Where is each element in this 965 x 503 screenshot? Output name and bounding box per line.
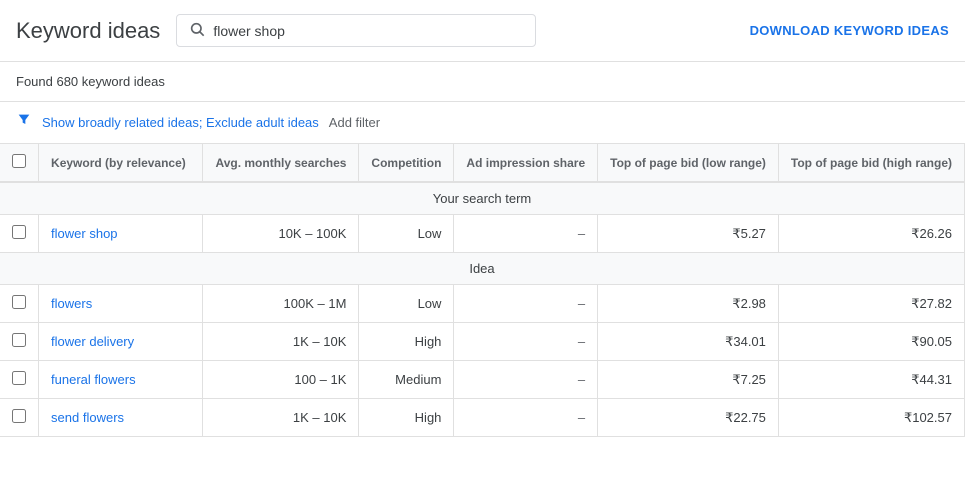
table-row: send flowers1K – 10KHigh–₹22.75₹102.57 bbox=[0, 399, 965, 437]
th-ad-impression: Ad impression share bbox=[454, 144, 598, 182]
table-row: flowers100K – 1MLow–₹2.98₹27.82 bbox=[0, 285, 965, 323]
avg-monthly-cell: 10K – 100K bbox=[203, 215, 359, 253]
filter-link[interactable]: Show broadly related ideas; Exclude adul… bbox=[42, 115, 319, 130]
competition-cell: Low bbox=[359, 215, 454, 253]
keyword-cell[interactable]: flower delivery bbox=[39, 323, 203, 361]
top-bid-high-cell: ₹44.31 bbox=[778, 361, 964, 399]
search-icon bbox=[189, 21, 205, 40]
search-box[interactable] bbox=[176, 14, 536, 47]
row-checkbox-cell[interactable] bbox=[0, 399, 39, 437]
search-input[interactable] bbox=[213, 23, 523, 39]
ad-impression-cell: – bbox=[454, 215, 598, 253]
top-bid-high-cell: ₹27.82 bbox=[778, 285, 964, 323]
row-checkbox[interactable] bbox=[12, 295, 26, 309]
top-bid-low-cell: ₹2.98 bbox=[598, 285, 779, 323]
subheader: Found 680 keyword ideas bbox=[0, 62, 965, 102]
top-bid-high-cell: ₹102.57 bbox=[778, 399, 964, 437]
table-row: flower delivery1K – 10KHigh–₹34.01₹90.05 bbox=[0, 323, 965, 361]
ad-impression-cell: – bbox=[454, 361, 598, 399]
section-row: Your search term bbox=[0, 182, 965, 215]
th-keyword: Keyword (by relevance) bbox=[39, 144, 203, 182]
row-checkbox-cell[interactable] bbox=[0, 285, 39, 323]
competition-cell: High bbox=[359, 323, 454, 361]
keyword-cell[interactable]: flower shop bbox=[39, 215, 203, 253]
row-checkbox[interactable] bbox=[12, 409, 26, 423]
th-top-bid-low: Top of page bid (low range) bbox=[598, 144, 779, 182]
competition-cell: Medium bbox=[359, 361, 454, 399]
ad-impression-cell: – bbox=[454, 323, 598, 361]
top-bid-low-cell: ₹5.27 bbox=[598, 215, 779, 253]
select-all-checkbox[interactable] bbox=[12, 154, 26, 168]
row-checkbox[interactable] bbox=[12, 333, 26, 347]
th-checkbox[interactable] bbox=[0, 144, 39, 182]
table-header: Keyword (by relevance) Avg. monthly sear… bbox=[0, 144, 965, 182]
row-checkbox[interactable] bbox=[12, 225, 26, 239]
download-keyword-ideas-link[interactable]: DOWNLOAD KEYWORD IDEAS bbox=[750, 23, 949, 38]
section-row: Idea bbox=[0, 253, 965, 285]
row-checkbox-cell[interactable] bbox=[0, 323, 39, 361]
add-filter-text[interactable]: Add filter bbox=[329, 115, 380, 130]
table-row: funeral flowers100 – 1KMedium–₹7.25₹44.3… bbox=[0, 361, 965, 399]
th-avg-monthly: Avg. monthly searches bbox=[203, 144, 359, 182]
avg-monthly-cell: 1K – 10K bbox=[203, 399, 359, 437]
top-bid-low-cell: ₹7.25 bbox=[598, 361, 779, 399]
avg-monthly-cell: 100K – 1M bbox=[203, 285, 359, 323]
found-count-text: Found 680 keyword ideas bbox=[16, 74, 165, 89]
avg-monthly-cell: 1K – 10K bbox=[203, 323, 359, 361]
page-title: Keyword ideas bbox=[16, 18, 160, 44]
th-top-bid-high: Top of page bid (high range) bbox=[778, 144, 964, 182]
competition-cell: Low bbox=[359, 285, 454, 323]
competition-cell: High bbox=[359, 399, 454, 437]
keyword-ideas-table: Keyword (by relevance) Avg. monthly sear… bbox=[0, 144, 965, 437]
top-bid-high-cell: ₹90.05 bbox=[778, 323, 964, 361]
row-checkbox[interactable] bbox=[12, 371, 26, 385]
ad-impression-cell: – bbox=[454, 399, 598, 437]
table-row: flower shop10K – 100KLow–₹5.27₹26.26 bbox=[0, 215, 965, 253]
keyword-cell[interactable]: send flowers bbox=[39, 399, 203, 437]
row-checkbox-cell[interactable] bbox=[0, 361, 39, 399]
ad-impression-cell: – bbox=[454, 285, 598, 323]
th-competition: Competition bbox=[359, 144, 454, 182]
top-bid-low-cell: ₹34.01 bbox=[598, 323, 779, 361]
keyword-cell[interactable]: flowers bbox=[39, 285, 203, 323]
row-checkbox-cell[interactable] bbox=[0, 215, 39, 253]
header: Keyword ideas DOWNLOAD KEYWORD IDEAS bbox=[0, 0, 965, 62]
avg-monthly-cell: 100 – 1K bbox=[203, 361, 359, 399]
top-bid-high-cell: ₹26.26 bbox=[778, 215, 964, 253]
top-bid-low-cell: ₹22.75 bbox=[598, 399, 779, 437]
filter-icon bbox=[16, 112, 32, 133]
keyword-cell[interactable]: funeral flowers bbox=[39, 361, 203, 399]
header-left: Keyword ideas bbox=[16, 14, 536, 47]
table-body: Your search termflower shop10K – 100KLow… bbox=[0, 182, 965, 437]
filter-bar: Show broadly related ideas; Exclude adul… bbox=[0, 102, 965, 144]
